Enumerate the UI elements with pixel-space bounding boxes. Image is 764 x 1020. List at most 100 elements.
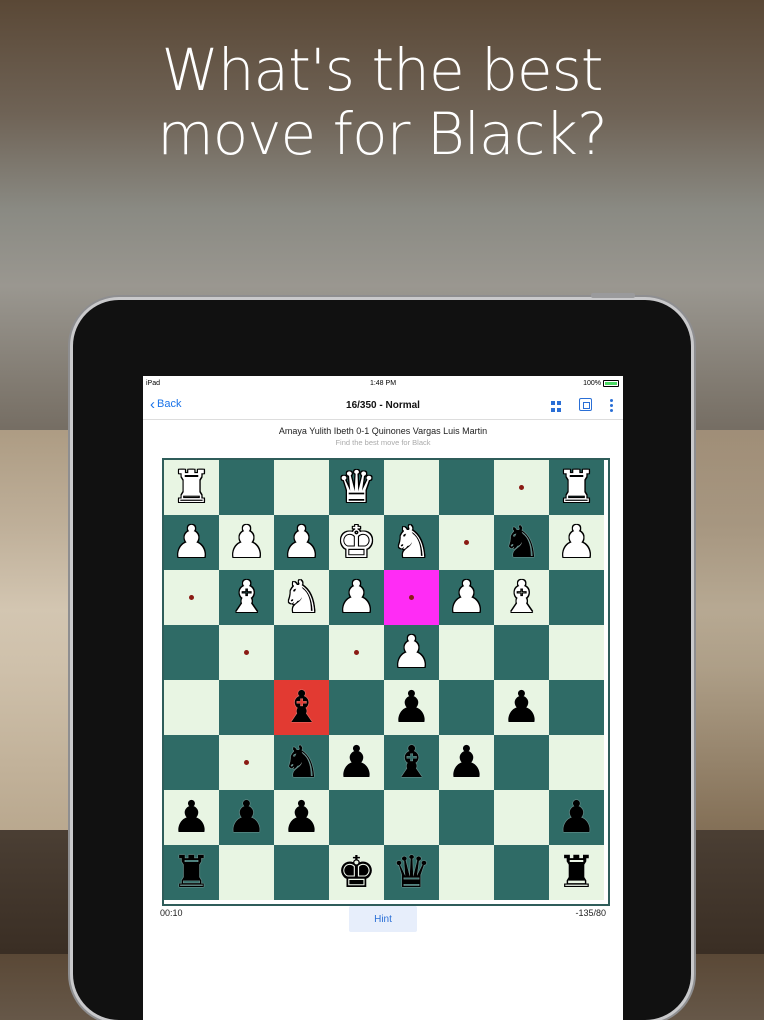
legal-move-dot[interactable] xyxy=(244,760,249,765)
white-pawn-icon[interactable]: ♟ xyxy=(337,575,376,620)
board-square[interactable] xyxy=(384,570,439,625)
black-pawn-icon[interactable]: ♟ xyxy=(392,685,431,730)
black-knight-icon[interactable]: ♞ xyxy=(282,740,321,785)
board-square[interactable]: ♟ xyxy=(439,735,494,790)
board-square[interactable] xyxy=(219,460,274,515)
board-square[interactable]: ♜ xyxy=(549,845,604,900)
engine-chip-icon[interactable] xyxy=(579,398,592,411)
black-knight-icon[interactable]: ♞ xyxy=(502,520,541,565)
board-square[interactable]: ♛ xyxy=(384,845,439,900)
board-square[interactable] xyxy=(219,735,274,790)
board-square[interactable] xyxy=(274,460,329,515)
board-square[interactable]: ♞ xyxy=(274,735,329,790)
chess-board[interactable]: ♜ ♛ ♜ ♟ ♟ ♟ ♚ ♞ ♞ ♟ ♝ ♞ ♟ ♟ ♝ ♟ ♝ ♟ ♟ ♞ ♟ ♝ ♟ ♟ ♟ ♟ ♟ ♜ ♚ ♛ ♜ xyxy=(162,458,610,906)
board-square[interactable] xyxy=(494,460,549,515)
legal-move-dot[interactable] xyxy=(189,595,194,600)
board-square[interactable]: ♟ xyxy=(274,515,329,570)
white-pawn-icon[interactable]: ♟ xyxy=(227,520,266,565)
board-square[interactable]: ♟ xyxy=(384,680,439,735)
board-square[interactable]: ♞ xyxy=(494,515,549,570)
board-square[interactable] xyxy=(219,680,274,735)
black-pawn-icon[interactable]: ♟ xyxy=(447,740,486,785)
white-knight-icon[interactable]: ♞ xyxy=(282,575,321,620)
board-square[interactable]: ♜ xyxy=(164,845,219,900)
white-pawn-icon[interactable]: ♟ xyxy=(557,520,596,565)
board-square[interactable]: ♟ xyxy=(219,790,274,845)
board-square[interactable]: ♜ xyxy=(549,460,604,515)
legal-move-dot[interactable] xyxy=(354,650,359,655)
board-square[interactable] xyxy=(439,515,494,570)
board-square[interactable]: ♟ xyxy=(274,790,329,845)
board-square[interactable] xyxy=(494,625,549,680)
black-king-icon[interactable]: ♚ xyxy=(337,850,376,895)
board-square[interactable] xyxy=(164,625,219,680)
black-pawn-icon[interactable]: ♟ xyxy=(227,795,266,840)
black-rook-icon[interactable]: ♜ xyxy=(172,850,211,895)
more-vertical-icon[interactable] xyxy=(610,399,613,412)
board-square[interactable]: ♝ xyxy=(274,680,329,735)
board-square[interactable]: ♝ xyxy=(219,570,274,625)
board-square[interactable]: ♚ xyxy=(329,515,384,570)
white-rook-icon[interactable]: ♜ xyxy=(172,465,211,510)
board-square[interactable] xyxy=(329,680,384,735)
board-square[interactable] xyxy=(494,735,549,790)
board-square[interactable] xyxy=(439,680,494,735)
board-square[interactable]: ♛ xyxy=(329,460,384,515)
black-pawn-icon[interactable]: ♟ xyxy=(337,740,376,785)
board-square[interactable] xyxy=(549,570,604,625)
white-king-icon[interactable]: ♚ xyxy=(337,520,376,565)
legal-move-dot[interactable] xyxy=(519,485,524,490)
board-square[interactable]: ♟ xyxy=(549,790,604,845)
black-pawn-icon[interactable]: ♟ xyxy=(172,795,211,840)
board-square[interactable]: ♟ xyxy=(329,735,384,790)
board-square[interactable]: ♟ xyxy=(219,515,274,570)
board-square[interactable] xyxy=(439,625,494,680)
white-knight-icon[interactable]: ♞ xyxy=(392,520,431,565)
black-rook-icon[interactable]: ♜ xyxy=(557,850,596,895)
board-square[interactable]: ♝ xyxy=(494,570,549,625)
board-square[interactable] xyxy=(384,460,439,515)
white-pawn-icon[interactable]: ♟ xyxy=(392,630,431,675)
board-square[interactable]: ♟ xyxy=(439,570,494,625)
board-square[interactable] xyxy=(384,790,439,845)
board-square[interactable] xyxy=(549,625,604,680)
board-square[interactable] xyxy=(219,845,274,900)
board-square[interactable] xyxy=(274,625,329,680)
board-square[interactable]: ♟ xyxy=(494,680,549,735)
legal-move-dot[interactable] xyxy=(409,595,414,600)
board-square[interactable] xyxy=(274,845,329,900)
white-bishop-icon[interactable]: ♝ xyxy=(227,575,266,620)
board-square[interactable]: ♟ xyxy=(384,625,439,680)
board-square[interactable] xyxy=(164,735,219,790)
board-square[interactable] xyxy=(329,625,384,680)
black-pawn-icon[interactable]: ♟ xyxy=(502,685,541,730)
board-square[interactable] xyxy=(494,790,549,845)
black-pawn-icon[interactable]: ♟ xyxy=(282,795,321,840)
black-bishop-icon[interactable]: ♝ xyxy=(392,740,431,785)
board-square[interactable] xyxy=(549,680,604,735)
board-square[interactable]: ♟ xyxy=(164,515,219,570)
board-square[interactable] xyxy=(439,790,494,845)
black-queen-icon[interactable]: ♛ xyxy=(392,850,431,895)
board-square[interactable]: ♟ xyxy=(164,790,219,845)
board-square[interactable] xyxy=(219,625,274,680)
board-square[interactable] xyxy=(329,790,384,845)
white-pawn-icon[interactable]: ♟ xyxy=(282,520,321,565)
board-square[interactable] xyxy=(549,735,604,790)
white-pawn-icon[interactable]: ♟ xyxy=(172,520,211,565)
board-square[interactable] xyxy=(164,680,219,735)
white-queen-icon[interactable]: ♛ xyxy=(337,465,376,510)
white-pawn-icon[interactable]: ♟ xyxy=(447,575,486,620)
grid-icon[interactable] xyxy=(551,401,561,412)
board-square[interactable]: ♚ xyxy=(329,845,384,900)
board-square[interactable]: ♟ xyxy=(549,515,604,570)
board-square[interactable]: ♜ xyxy=(164,460,219,515)
legal-move-dot[interactable] xyxy=(464,540,469,545)
legal-move-dot[interactable] xyxy=(244,650,249,655)
white-bishop-icon[interactable]: ♝ xyxy=(502,575,541,620)
board-square[interactable] xyxy=(494,845,549,900)
board-square[interactable] xyxy=(439,460,494,515)
black-pawn-icon[interactable]: ♟ xyxy=(557,795,596,840)
board-square[interactable] xyxy=(439,845,494,900)
white-rook-icon[interactable]: ♜ xyxy=(557,465,596,510)
